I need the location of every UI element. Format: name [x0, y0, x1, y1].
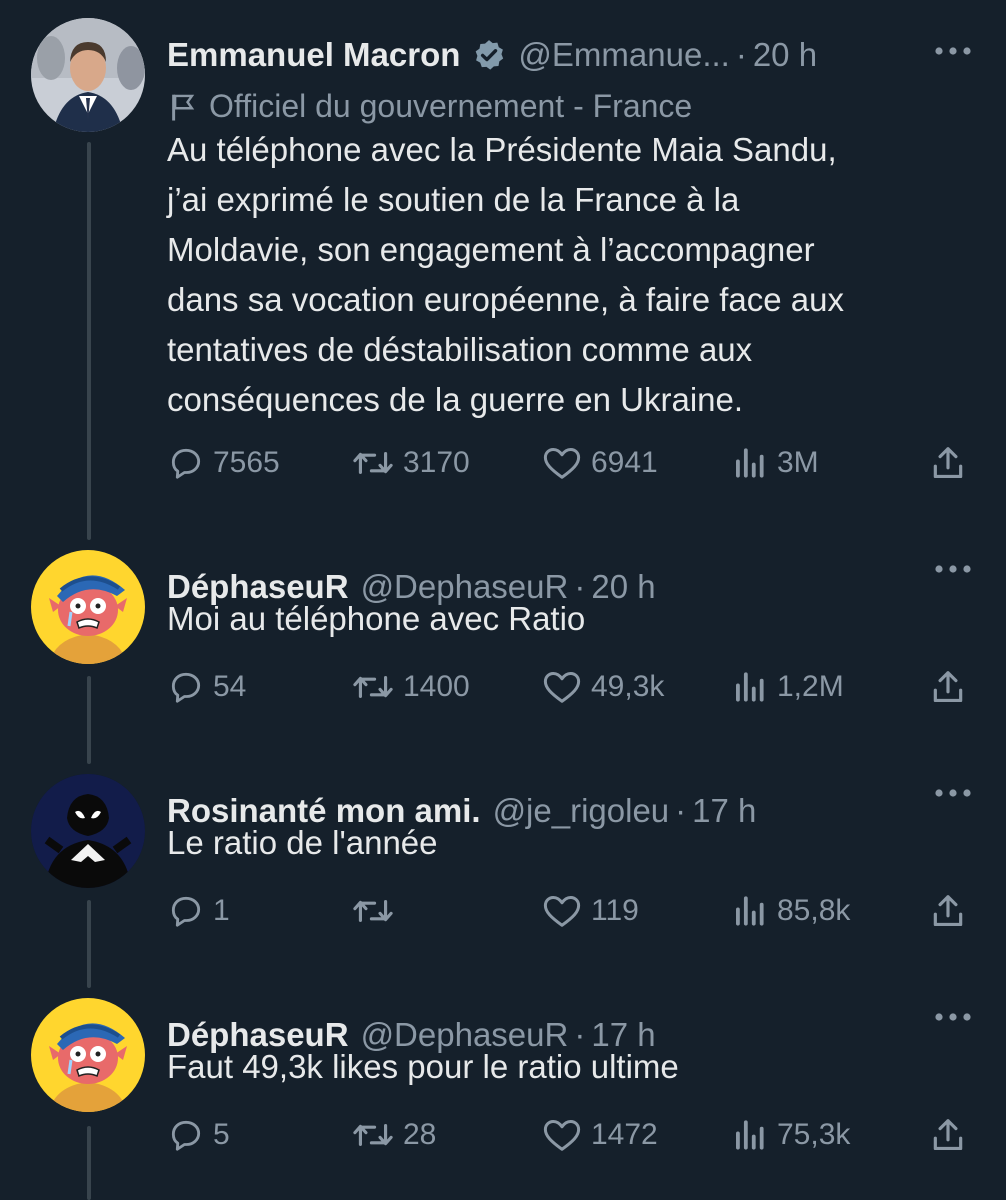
like-button[interactable]: 1472 — [541, 1110, 658, 1160]
like-count: 6941 — [591, 446, 658, 479]
reply-button[interactable]: 5 — [167, 1110, 230, 1160]
more-icon[interactable] — [934, 44, 972, 56]
display-name[interactable]: Emmanuel Macron — [167, 36, 460, 74]
retweet-icon — [353, 676, 393, 698]
views-count: 85,8k — [777, 894, 851, 927]
tweet-actions: 5 28 1472 75,3k — [167, 1110, 972, 1160]
verified-badge-icon — [472, 38, 506, 72]
retweet-count: 3170 — [403, 446, 470, 479]
tweet[interactable]: Emmanuel Macron @Emmanue... · 20 h Offic… — [0, 18, 1006, 518]
tweet-text: Le ratio de l'année — [167, 824, 438, 861]
like-count: 119 — [591, 894, 639, 927]
reply-count: 1 — [213, 894, 230, 927]
tweet-text: Faut 49,3k likes pour le ratio ultime — [167, 1048, 679, 1085]
tweet[interactable]: Rosinanté mon ami. @je_rigoleu · 17 h Le… — [0, 774, 1006, 964]
tweet[interactable]: DéphaseuR @DephaseuR · 20 h Moi au télép… — [0, 550, 1006, 740]
reply-count: 7565 — [213, 446, 280, 479]
tweet-text: Moi au téléphone avec Ratio — [167, 600, 586, 637]
retweet-button[interactable]: 28 — [351, 1110, 436, 1160]
more-icon[interactable] — [934, 1010, 972, 1022]
handle[interactable]: @Emmanue... — [518, 36, 729, 74]
reply-icon — [171, 448, 201, 479]
retweet-icon — [353, 900, 393, 922]
retweet-button[interactable]: 3170 — [351, 438, 470, 488]
views-count: 1,2M — [777, 670, 844, 703]
share-button[interactable] — [929, 886, 975, 936]
avatar[interactable] — [31, 550, 145, 664]
heart-icon — [543, 1120, 581, 1151]
separator-dot: · — [735, 36, 747, 73]
avatar[interactable] — [31, 774, 145, 888]
views-button[interactable]: 85,8k — [729, 886, 850, 936]
heart-icon — [543, 448, 581, 479]
reply-count: 54 — [213, 670, 247, 703]
like-button[interactable]: 6941 — [541, 438, 658, 488]
affiliation-text: Officiel du gouvernement - France — [209, 88, 693, 124]
reply-button[interactable]: 54 — [167, 662, 246, 712]
affiliation-label: Officiel du gouvernement - France — [167, 88, 692, 125]
views-count: 75,3k — [777, 1118, 851, 1151]
like-button[interactable]: 49,3k — [541, 662, 664, 712]
views-icon — [736, 448, 764, 478]
heart-icon — [543, 672, 581, 703]
reply-icon — [171, 1120, 201, 1151]
retweet-button[interactable] — [351, 886, 403, 936]
like-button[interactable]: 119 — [541, 886, 639, 936]
tweet-actions: 1 119 85,8k — [167, 886, 972, 936]
share-icon — [933, 671, 963, 703]
retweet-button[interactable]: 1400 — [351, 662, 470, 712]
more-icon[interactable] — [934, 562, 972, 574]
retweet-count: 1400 — [403, 670, 470, 703]
share-button[interactable] — [929, 438, 975, 488]
share-icon — [933, 895, 963, 927]
heart-icon — [543, 896, 581, 927]
avatar[interactable] — [31, 998, 145, 1112]
reply-button[interactable]: 1 — [167, 886, 230, 936]
reply-count: 5 — [213, 1118, 230, 1151]
flag-icon — [172, 94, 195, 121]
share-button[interactable] — [929, 1110, 975, 1160]
tweet-actions: 54 1400 49,3k 1,2M — [167, 662, 972, 712]
like-count: 49,3k — [591, 670, 665, 703]
share-button[interactable] — [929, 662, 975, 712]
share-icon — [933, 447, 963, 479]
views-button[interactable]: 1,2M — [729, 662, 844, 712]
views-button[interactable]: 75,3k — [729, 1110, 850, 1160]
retweet-count: 28 — [403, 1118, 437, 1151]
retweet-icon — [353, 452, 393, 474]
reply-icon — [171, 672, 201, 703]
views-button[interactable]: 3M — [729, 438, 819, 488]
views-icon — [736, 896, 764, 926]
avatar[interactable] — [31, 18, 145, 132]
views-icon — [736, 672, 764, 702]
like-count: 1472 — [591, 1118, 658, 1151]
views-count: 3M — [777, 446, 819, 479]
retweet-icon — [353, 1123, 393, 1146]
tweet-actions: 7565 3170 6941 3M — [167, 438, 972, 488]
timestamp[interactable]: 20 h — [753, 36, 817, 74]
reply-icon — [171, 896, 201, 927]
tweet-header: Emmanuel Macron @Emmanue... · 20 h — [167, 30, 986, 80]
tweet-text: Au téléphone avec la Présidente Maia San… — [167, 131, 844, 418]
views-icon — [736, 1120, 764, 1150]
share-icon — [933, 1119, 963, 1151]
more-icon[interactable] — [934, 786, 972, 798]
reply-button[interactable]: 7565 — [167, 438, 280, 488]
tweet[interactable]: DéphaseuR @DephaseuR · 17 h Faut 49,3k l… — [0, 998, 1006, 1188]
